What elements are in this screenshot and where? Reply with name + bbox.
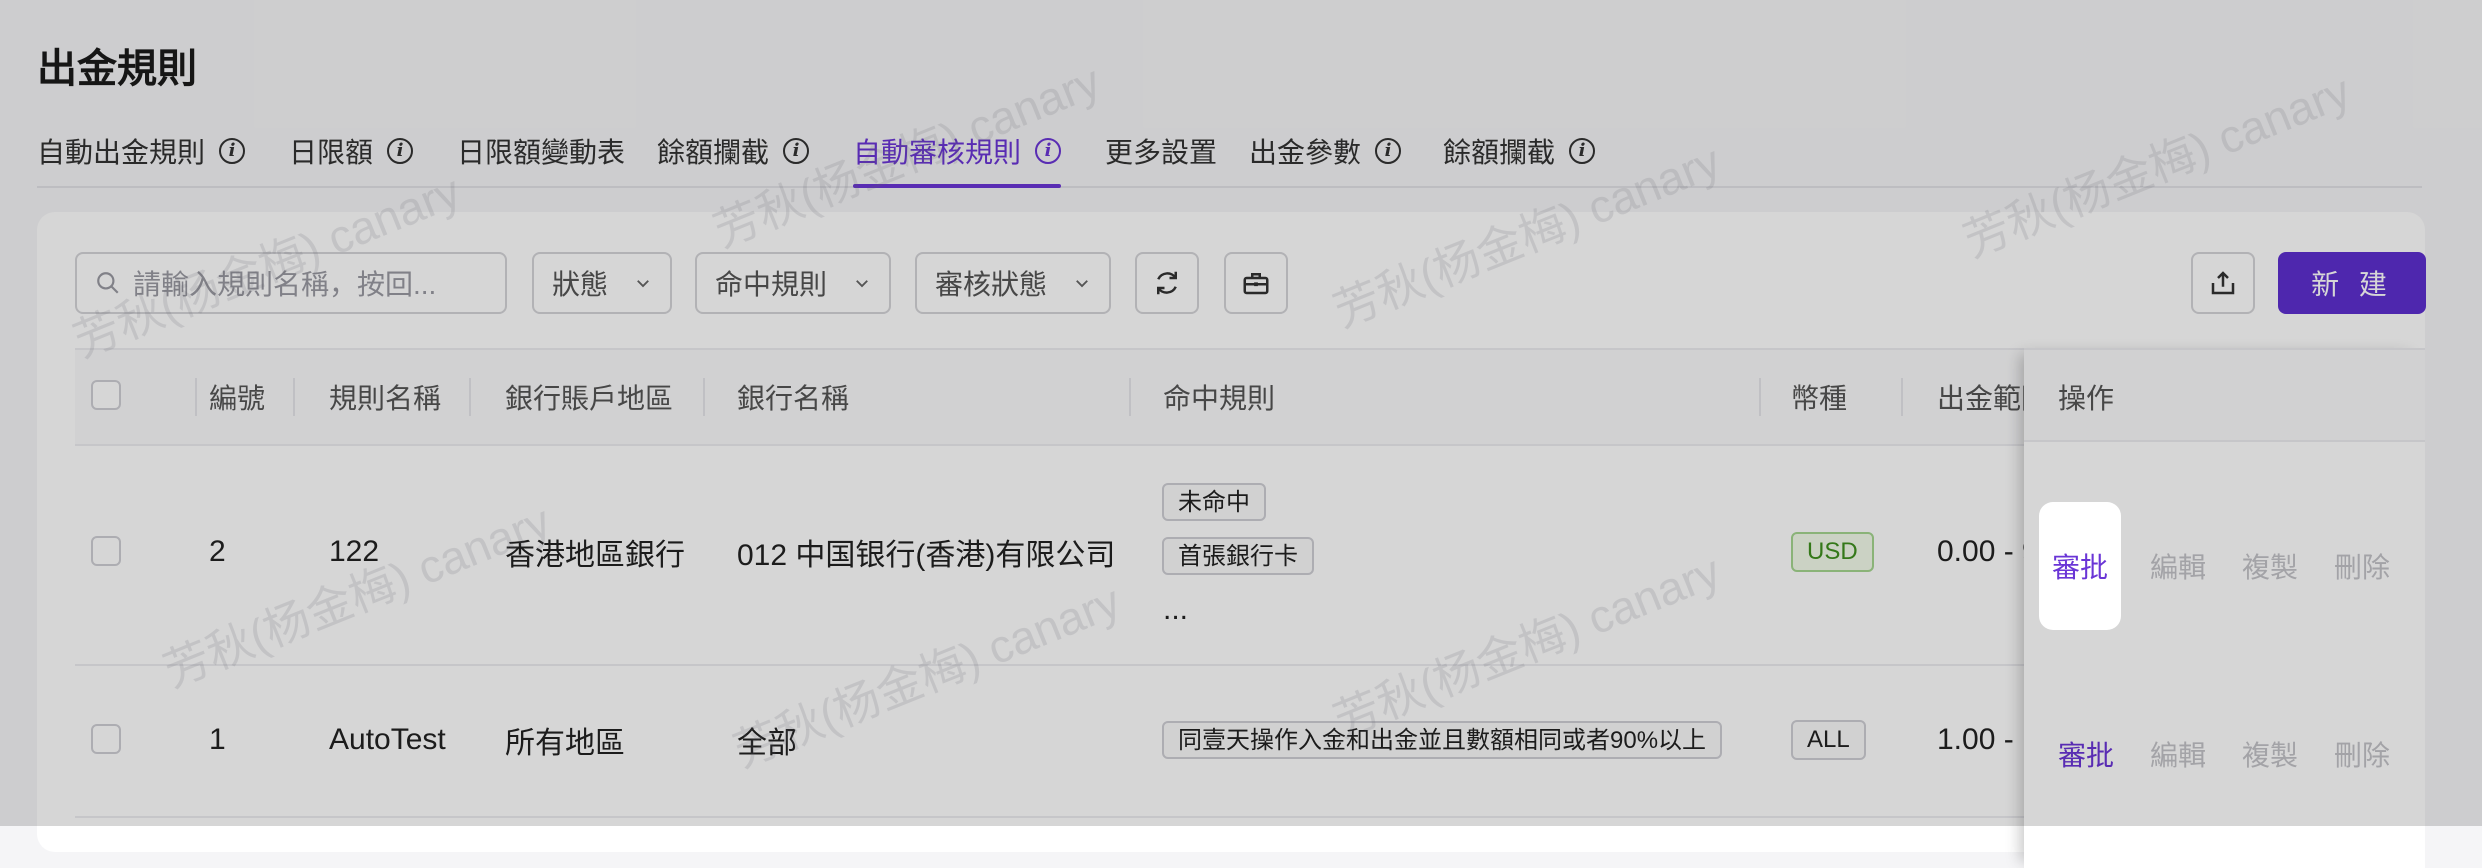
col-currency: 幣種 [1791, 383, 1848, 414]
info-icon[interactable]: i [1035, 138, 1062, 164]
hit-rule-tag: 同壹天操作入金和出金並且數額相同或者90%以上 [1162, 721, 1723, 759]
chevron-down-icon [1076, 280, 1088, 288]
hit-rule-tag: 未命中 [1162, 483, 1266, 521]
currency-tag: USD [1791, 532, 1874, 572]
tab-auto-withdraw-rules[interactable]: 自動出金規則 i [37, 118, 246, 184]
row-checkbox[interactable] [91, 724, 121, 754]
export-icon [2211, 271, 2235, 295]
chevron-down-icon [856, 280, 868, 288]
refresh-icon [1157, 271, 1177, 295]
currency-tag: ALL [1791, 720, 1866, 760]
cell-rule-name: AutoTest [329, 723, 446, 756]
cell-bank: 全部 [737, 727, 797, 760]
search-input[interactable]: 請輸入規則名稱，按回... [75, 252, 507, 314]
tab-daily-limit-changes[interactable]: 日限額變動表 [457, 118, 625, 184]
col-region: 銀行賬戶地區 [505, 383, 674, 414]
edit-link[interactable]: 編輯 [2150, 546, 2206, 586]
chevron-down-icon [637, 280, 649, 288]
approve-link[interactable]: 審批 [2058, 734, 2114, 774]
search-icon [97, 272, 119, 294]
tab-more-settings[interactable]: 更多設置 [1105, 118, 1217, 184]
copy-link[interactable]: 複製 [2242, 546, 2298, 586]
tab-auto-review-rules[interactable]: 自動審核規則 i [853, 118, 1062, 188]
tab-daily-limit[interactable]: 日限額 i [289, 118, 414, 184]
tab-bar: 自動出金規則 i 日限額 i 日限額變動表 餘額攔截 i 自動審核規則 i 更多設置 出… [37, 118, 2422, 188]
delete-link[interactable]: 刪除 [2334, 734, 2390, 774]
col-bank: 銀行名稱 [737, 383, 850, 414]
copy-link[interactable]: 複製 [2242, 734, 2298, 774]
info-icon[interactable]: i [1569, 138, 1596, 164]
page-title: 出金規則 [37, 47, 197, 91]
toolbox-icon [1243, 273, 1269, 295]
col-id: 編號 [209, 383, 266, 414]
refresh-button[interactable] [1135, 252, 1199, 314]
delete-link[interactable]: 刪除 [2334, 546, 2390, 586]
hit-rule-tag: 首張銀行卡 [1162, 537, 1314, 575]
select-all-checkbox[interactable] [91, 380, 121, 410]
tab-withdraw-params[interactable]: 出金參數 i [1249, 118, 1402, 184]
info-icon[interactable]: i [783, 138, 810, 164]
cell-region: 香港地區銀行 [505, 539, 685, 572]
hit-rule-filter-select[interactable]: 命中規則 [695, 252, 891, 314]
info-icon[interactable]: i [219, 138, 246, 164]
new-button[interactable]: 新 建 [2278, 252, 2426, 314]
cell-id: 2 [209, 535, 226, 568]
col-actions: 操作 [2058, 383, 2115, 414]
tab-balance-intercept[interactable]: 餘額攔截 i [657, 118, 810, 184]
edit-link[interactable]: 編輯 [2150, 734, 2206, 774]
export-button[interactable] [2191, 252, 2255, 314]
col-rule-name: 規則名稱 [329, 383, 442, 414]
col-hit-rules: 命中規則 [1163, 383, 1276, 414]
cell-id: 1 [209, 723, 226, 756]
row-checkbox[interactable] [91, 536, 121, 566]
hit-rule-more: ... [1163, 593, 1189, 626]
cell-bank: 012 中国银行(香港)有限公司 [737, 539, 1116, 572]
tab-balance-intercept-2[interactable]: 餘額攔截 i [1443, 118, 1596, 184]
status-filter-select[interactable]: 狀態 [532, 252, 672, 314]
info-icon[interactable]: i [1375, 138, 1402, 164]
info-icon[interactable]: i [387, 138, 414, 164]
cell-rule-name: 122 [329, 535, 380, 568]
toolbox-button[interactable] [1224, 252, 1288, 314]
review-status-filter-select[interactable]: 審核狀態 [915, 252, 1111, 314]
cell-region: 所有地區 [505, 727, 625, 760]
approve-button-highlight[interactable]: 審批 [2039, 502, 2121, 630]
